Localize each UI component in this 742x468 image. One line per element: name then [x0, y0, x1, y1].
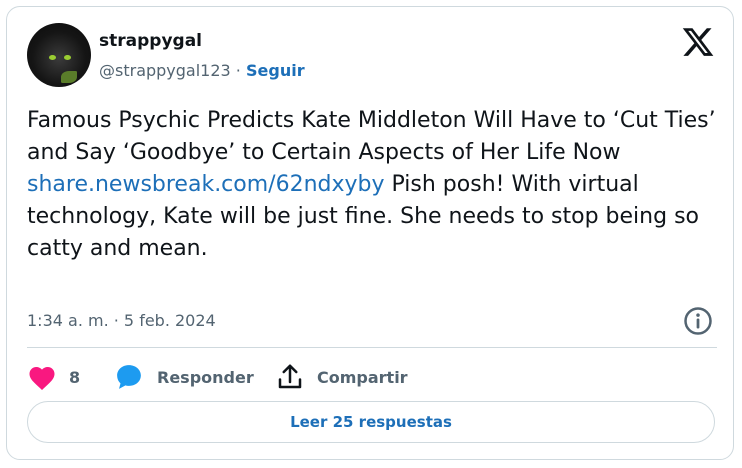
handle-separator: · [230, 61, 246, 80]
x-logo-icon[interactable] [681, 25, 715, 59]
share-button[interactable]: Compartir [275, 361, 408, 393]
share-upload-icon [278, 364, 302, 389]
author-handle[interactable]: @strappygal123 [99, 61, 231, 80]
like-count: 8 [69, 367, 81, 387]
heart-icon [29, 367, 55, 390]
read-replies-button[interactable]: Leer 25 respuestas [27, 401, 715, 443]
share-label: Compartir [317, 367, 408, 387]
author-handle-row: @strappygal123 · Seguir [99, 61, 305, 80]
reply-label: Responder [157, 367, 254, 387]
avatar-eye [49, 55, 56, 60]
author-name[interactable]: strappygal [99, 31, 202, 51]
avatar[interactable] [27, 23, 91, 87]
reply-button[interactable]: Responder [113, 361, 254, 393]
info-icon[interactable] [683, 306, 713, 336]
like-button[interactable]: 8 [27, 361, 80, 393]
tweet-timestamp[interactable]: 1:34 a. m. · 5 feb. 2024 [27, 311, 216, 330]
avatar-leaf [61, 71, 77, 83]
tweet-card: strappygal @strappygal123 · Seguir Famou… [6, 6, 734, 460]
tweet-text: Famous Psychic Predicts Kate Middleton W… [27, 105, 717, 265]
reply-bubble-icon [117, 365, 141, 389]
tweet-link[interactable]: share.newsbreak.com/62ndxyby [27, 172, 385, 197]
avatar-eye [64, 55, 71, 60]
follow-button[interactable]: Seguir [246, 61, 305, 80]
tweet-headline: Famous Psychic Predicts Kate Middleton W… [27, 108, 716, 165]
divider [27, 347, 717, 348]
